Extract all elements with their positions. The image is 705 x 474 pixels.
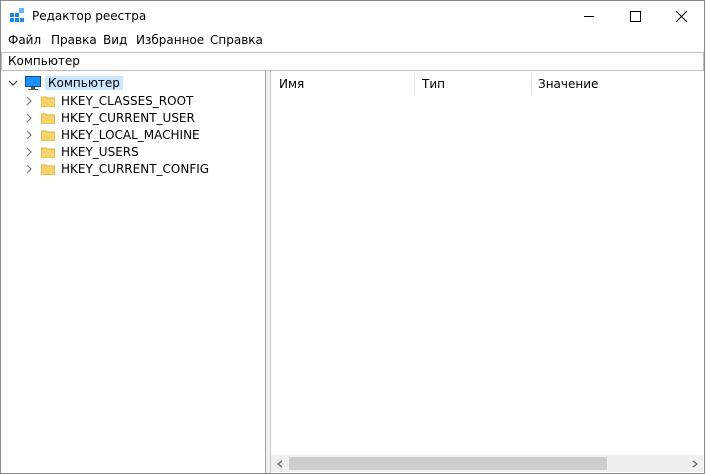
maximize-icon: [629, 10, 641, 22]
tree-item-label: HKEY_CURRENT_CONFIG: [61, 161, 210, 176]
tree-item-hkey-classes-root[interactable]: HKEY_CLASSES_ROOT: [23, 92, 193, 109]
tree-item-computer[interactable]: Компьютер: [7, 74, 123, 91]
chevron-down-icon[interactable]: [7, 77, 19, 89]
menu-help[interactable]: Справка: [210, 33, 263, 47]
horizontal-scrollbar[interactable]: [271, 455, 703, 472]
tree-item-label: Компьютер: [45, 75, 123, 90]
tree-item-label: HKEY_LOCAL_MACHINE: [61, 127, 200, 142]
address-bar[interactable]: Компьютер: [1, 52, 704, 71]
menu-view[interactable]: Вид: [103, 33, 127, 47]
chevron-right-icon: [692, 460, 698, 467]
column-header-value[interactable]: Значение: [538, 77, 598, 91]
folder-icon: [41, 164, 55, 175]
column-header-type[interactable]: Тип: [422, 77, 445, 91]
chevron-right-icon[interactable]: [23, 163, 35, 175]
close-icon: [675, 10, 687, 22]
tree-item-hkey-current-config[interactable]: HKEY_CURRENT_CONFIG: [23, 160, 209, 177]
close-button[interactable]: [658, 1, 704, 31]
tree-item-label: HKEY_USERS: [61, 144, 139, 159]
window-title: Редактор реестра: [32, 9, 147, 23]
registry-editor-window: Редактор реестра Файл Правка Вид Избранн…: [0, 0, 705, 474]
minimize-button[interactable]: [566, 1, 612, 31]
menu-edit[interactable]: Правка: [51, 33, 97, 47]
menu-bar: Файл Правка Вид Избранное Справка: [1, 31, 704, 51]
minimize-icon: [584, 15, 594, 17]
folder-icon: [41, 130, 55, 141]
maximize-button[interactable]: [612, 1, 658, 31]
scroll-left-button[interactable]: [271, 455, 288, 472]
computer-icon: [25, 75, 41, 90]
folder-icon: [41, 96, 55, 107]
chevron-right-icon[interactable]: [23, 112, 35, 124]
address-path: Компьютер: [8, 54, 80, 68]
tree-item-label: HKEY_CURRENT_USER: [61, 110, 195, 125]
column-header-name[interactable]: Имя: [279, 77, 304, 91]
folder-icon: [41, 147, 55, 158]
menu-favorites[interactable]: Избранное: [136, 33, 204, 47]
tree-pane: Компьютер HKEY_CLASSES_ROOT HKEY_CURRENT…: [1, 71, 266, 473]
chevron-right-icon[interactable]: [23, 95, 35, 107]
folder-icon: [41, 113, 55, 124]
tree-item-hkey-users[interactable]: HKEY_USERS: [23, 143, 139, 160]
column-divider[interactable]: [414, 73, 415, 95]
scroll-thumb[interactable]: [289, 457, 607, 470]
chevron-left-icon: [276, 460, 282, 467]
chevron-right-icon[interactable]: [23, 129, 35, 141]
values-list-pane: Имя Тип Значение: [271, 71, 704, 473]
menu-file[interactable]: Файл: [8, 33, 41, 47]
tree-item-hkey-current-user[interactable]: HKEY_CURRENT_USER: [23, 109, 195, 126]
tree-item-hkey-local-machine[interactable]: HKEY_LOCAL_MACHINE: [23, 126, 200, 143]
title-bar: Редактор реестра: [1, 1, 704, 31]
tree-item-label: HKEY_CLASSES_ROOT: [61, 93, 194, 108]
scroll-right-button[interactable]: [686, 455, 703, 472]
chevron-right-icon[interactable]: [23, 146, 35, 158]
column-divider[interactable]: [531, 73, 532, 95]
registry-editor-icon: [10, 8, 24, 22]
